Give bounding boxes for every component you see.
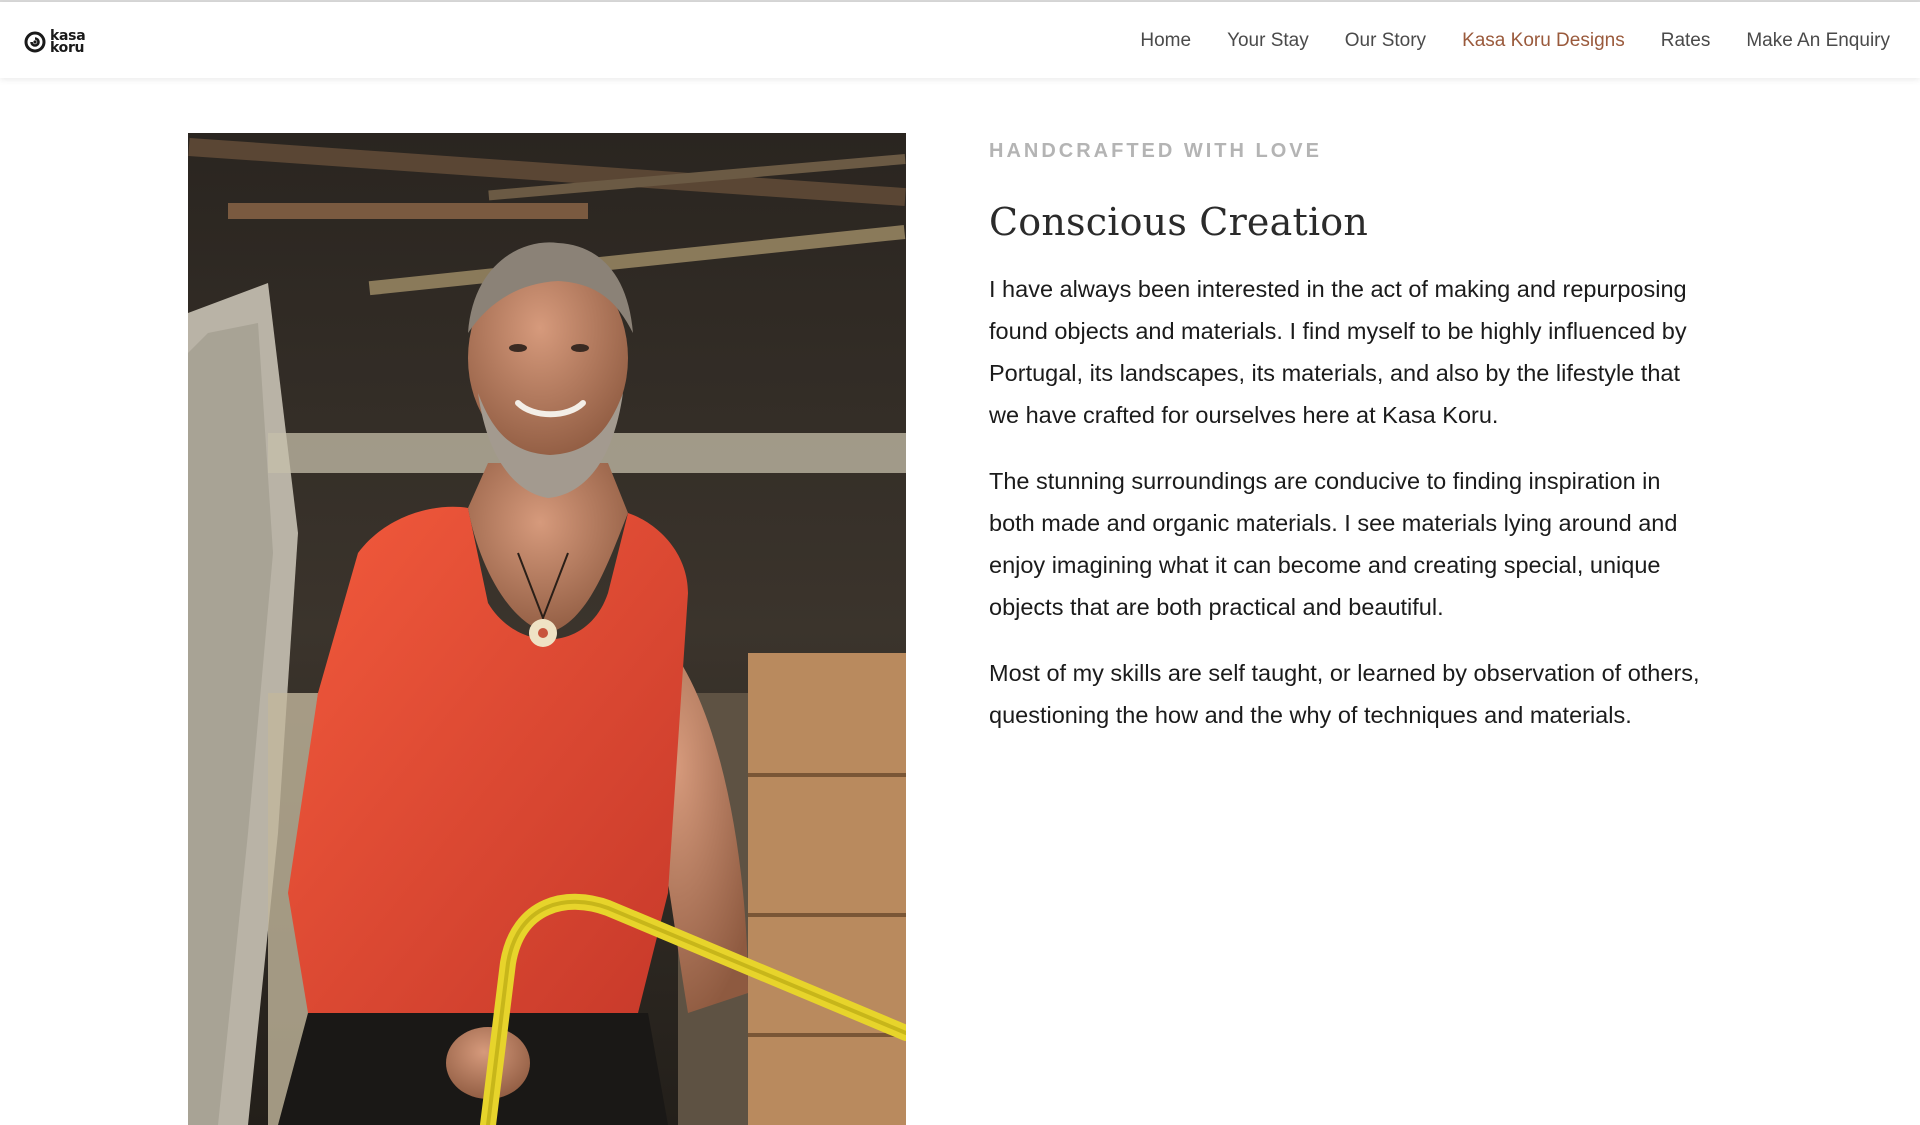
craftsman-portrait-image bbox=[188, 133, 906, 1125]
nav-rates[interactable]: Rates bbox=[1661, 30, 1711, 52]
site-header: kasa koru Home Your Stay Our Story Kasa … bbox=[0, 2, 1920, 78]
nav-home[interactable]: Home bbox=[1140, 30, 1191, 52]
portrait-illustration bbox=[188, 133, 906, 1125]
section-title: Conscious Creation bbox=[989, 200, 1369, 244]
section-eyebrow: HANDCRAFTED WITH LOVE bbox=[989, 140, 1322, 162]
nav-make-an-enquiry[interactable]: Make An Enquiry bbox=[1746, 30, 1890, 52]
paragraph-2: The stunning surroundings are conducive … bbox=[989, 468, 1678, 620]
main-nav: Home Your Stay Our Story Kasa Koru Desig… bbox=[1140, 30, 1890, 52]
site-logo[interactable]: kasa koru bbox=[24, 29, 86, 56]
main-content: HANDCRAFTED WITH LOVE Conscious Creation… bbox=[989, 130, 1709, 760]
nav-your-stay[interactable]: Your Stay bbox=[1227, 30, 1309, 52]
logo-wordmark: kasa koru bbox=[50, 29, 86, 56]
paragraph-1: I have always been interested in the act… bbox=[989, 276, 1687, 428]
nav-kasa-koru-designs[interactable]: Kasa Koru Designs bbox=[1462, 30, 1625, 52]
koru-logo-icon bbox=[24, 31, 46, 53]
logo-line-2: koru bbox=[50, 40, 85, 56]
nav-our-story[interactable]: Our Story bbox=[1345, 30, 1426, 52]
paragraph-3: Most of my skills are self taught, or le… bbox=[989, 660, 1700, 728]
